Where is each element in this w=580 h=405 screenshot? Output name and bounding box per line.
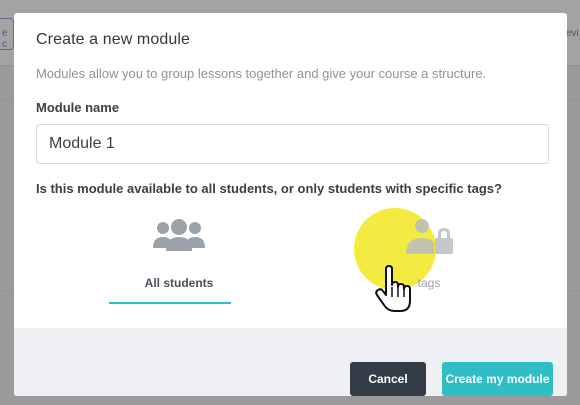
background-text: evi: [566, 28, 579, 39]
user-lock-icon: [404, 218, 454, 263]
module-name-input[interactable]: [36, 124, 549, 164]
dialog-footer: Cancel Create my module: [14, 328, 567, 396]
option-all-students-label: All students: [144, 276, 214, 290]
selected-underline: [109, 302, 231, 304]
module-name-label: Module name: [36, 100, 120, 115]
availability-question: Is this module available to all students…: [36, 181, 502, 196]
create-module-button[interactable]: Create my module: [442, 362, 553, 396]
cancel-button[interactable]: Cancel: [350, 362, 426, 396]
background-tab: e c: [0, 18, 14, 50]
users-group-icon: [153, 218, 205, 259]
dialog-title: Create a new module: [36, 31, 190, 48]
option-all-students[interactable]: All students: [109, 218, 249, 310]
hand-cursor-icon: [374, 265, 414, 313]
dialog-description: Modules allow you to group lessons toget…: [36, 66, 487, 81]
create-module-dialog: Create a new module Modules allow you to…: [14, 13, 567, 396]
